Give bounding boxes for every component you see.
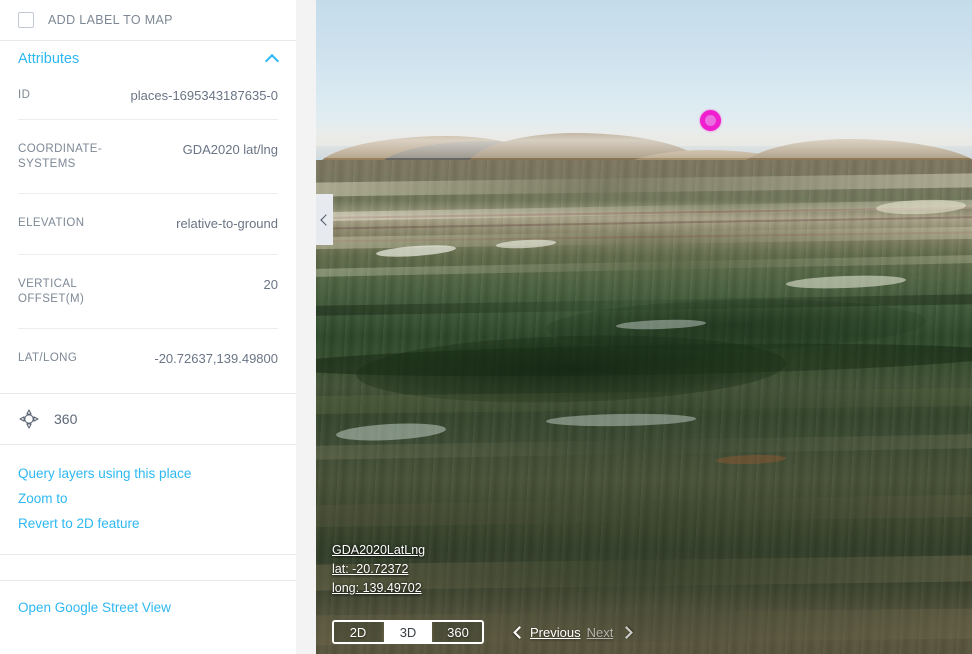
- attribute-label: COORDINATE-SYSTEMS: [18, 143, 103, 170]
- add-label-to-map-row[interactable]: ADD LABEL TO MAP: [0, 0, 296, 41]
- street-view-section: Open Google Street View: [0, 581, 296, 635]
- next-button: Next: [586, 624, 614, 640]
- pano-360-icon: [19, 409, 39, 429]
- query-layers-link[interactable]: Query layers using this place: [18, 461, 278, 486]
- add-label-to-map-checkbox[interactable]: [18, 12, 34, 28]
- app-root: ADD LABEL TO MAP Attributes ID places-16…: [0, 0, 972, 654]
- attributes-title: Attributes: [18, 50, 80, 67]
- add-label-to-map-label: ADD LABEL TO MAP: [48, 13, 173, 27]
- map-3d-view[interactable]: GDA2020LatLng lat: -20.72372 long: 139.4…: [316, 0, 972, 654]
- attributes-panel: ADD LABEL TO MAP Attributes ID places-16…: [0, 0, 296, 654]
- attribute-row-lat-long: LAT/LONG -20.72637,139.49800: [18, 329, 278, 393]
- attribute-value: relative-to-ground: [176, 216, 278, 231]
- view-mode-2d[interactable]: 2D: [334, 622, 382, 642]
- attribute-row-coordinate-systems: COORDINATE-SYSTEMS GDA2020 lat/lng: [18, 120, 278, 194]
- attribute-label: ELEVATION: [18, 217, 85, 229]
- attribute-label: LAT/LONG: [18, 352, 78, 364]
- attribute-row-id: ID places-1695343187635-0: [18, 76, 278, 120]
- place-actions-list: Query layers using this place Zoom to Re…: [0, 445, 296, 555]
- panel-collapse-tab[interactable]: [316, 194, 333, 245]
- view-mode-360[interactable]: 360: [434, 622, 482, 642]
- zoom-to-link[interactable]: Zoom to: [18, 486, 278, 511]
- attribute-row-elevation: ELEVATION relative-to-ground: [18, 194, 278, 255]
- attribute-value: places-1695343187635-0: [130, 88, 278, 103]
- panel-gutter: [296, 0, 316, 654]
- attribute-label: ID: [18, 89, 31, 101]
- pano-360-label: 360: [54, 411, 78, 427]
- attributes-list: ID places-1695343187635-0 COORDINATE-SYS…: [0, 76, 296, 393]
- map-bottom-bar: 2D 3D 360 Previous Next: [332, 620, 972, 644]
- horizon-haze: [316, 118, 972, 158]
- attribute-row-vertical-offset: VERTICAL OFFSET(M) 20: [18, 255, 278, 329]
- view-mode-3d[interactable]: 3D: [384, 622, 432, 642]
- view-mode-toggle[interactable]: 2D 3D 360: [332, 620, 484, 644]
- pano-pager: Previous Next: [512, 625, 631, 640]
- panel-spacer: [0, 555, 296, 581]
- attribute-value: -20.72637,139.49800: [154, 351, 278, 366]
- attribute-value: GDA2020 lat/lng: [182, 142, 278, 157]
- chevron-right-icon: [619, 626, 631, 638]
- chevron-left-icon[interactable]: [512, 626, 524, 638]
- chevron-left-icon: [319, 213, 332, 226]
- attribute-label: VERTICAL OFFSET(M): [18, 278, 85, 305]
- place-marker[interactable]: [700, 110, 721, 131]
- previous-button[interactable]: Previous: [530, 625, 581, 640]
- attribute-value: 20: [263, 277, 278, 292]
- revert-to-2d-link[interactable]: Revert to 2D feature: [18, 511, 278, 536]
- pano-360-row[interactable]: 360: [0, 393, 296, 445]
- open-google-street-view-link[interactable]: Open Google Street View: [18, 600, 171, 615]
- attributes-section-header[interactable]: Attributes: [0, 41, 296, 76]
- chevron-up-icon[interactable]: [266, 54, 280, 63]
